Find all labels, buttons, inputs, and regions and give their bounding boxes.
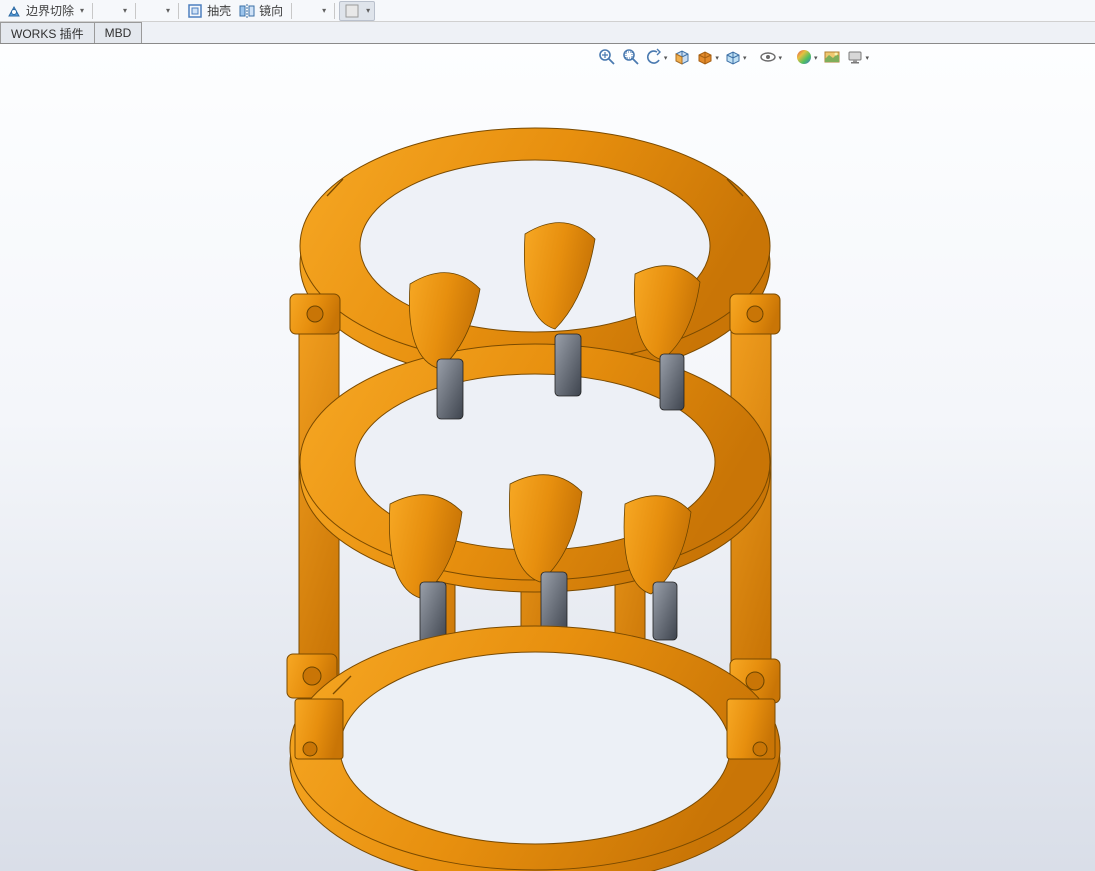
ribbon-separator [334, 3, 335, 19]
ribbon-separator [92, 3, 93, 19]
boundary-cut-button[interactable]: 边界切除 [2, 1, 88, 21]
mirror-icon [239, 3, 255, 19]
boundary-cut-icon [6, 3, 22, 19]
heads-up-view-toolbar [592, 44, 875, 72]
view-settings-icon [846, 48, 864, 69]
view-settings-button[interactable] [845, 47, 871, 69]
mirror-button[interactable]: 镜向 [235, 1, 287, 21]
fillet-label: 抽壳 [207, 2, 231, 19]
display-style-icon [724, 48, 742, 69]
zoom-area-button[interactable] [620, 47, 642, 69]
fillet-button[interactable]: 抽壳 [183, 1, 235, 21]
tab-works-plugin[interactable]: WORKS 插件 [0, 22, 95, 43]
ribbon-dropdown-2[interactable] [140, 1, 174, 21]
ribbon-separator [178, 3, 179, 19]
ribbon-dropdown-1[interactable] [97, 1, 131, 21]
fillet-icon [187, 3, 203, 19]
section-view-icon [673, 48, 691, 69]
hide-show-items-icon [759, 48, 777, 69]
zoom-fit-icon [598, 48, 616, 69]
zoom-fit-button[interactable] [596, 47, 618, 69]
ribbon-dropdown-2-icon [144, 3, 160, 19]
command-manager-tabs: WORKS 插件 MBD [0, 22, 1095, 44]
ribbon-separator [135, 3, 136, 19]
ribbon-separator [291, 3, 292, 19]
hide-show-items-button[interactable] [758, 47, 784, 69]
boundary-cut-label: 边界切除 [26, 2, 74, 19]
ribbon-dropdown-3-icon [300, 3, 316, 19]
ribbon-dropdown-3[interactable] [296, 1, 330, 21]
ribbon-dropdown-4-active[interactable] [339, 1, 375, 21]
ribbon-row: 边界切除 抽壳 镜向 [0, 0, 1095, 22]
apply-scene-icon [823, 48, 841, 69]
view-orientation-icon [696, 48, 714, 69]
apply-scene-button[interactable] [821, 47, 843, 69]
ribbon-dropdown-4-icon [344, 3, 360, 19]
mirror-label: 镜向 [259, 2, 283, 19]
display-style-button[interactable] [723, 47, 749, 69]
edit-appearance-icon [795, 48, 813, 69]
section-view-button[interactable] [671, 47, 693, 69]
edit-appearance-button[interactable] [794, 47, 820, 69]
zoom-area-icon [622, 48, 640, 69]
cad-model [255, 104, 815, 871]
ribbon-dropdown-1-icon [101, 3, 117, 19]
previous-view-button[interactable] [644, 47, 670, 69]
view-orientation-button[interactable] [695, 47, 721, 69]
graphics-viewport[interactable] [0, 44, 1095, 871]
previous-view-icon [645, 48, 663, 69]
tab-mbd[interactable]: MBD [94, 22, 143, 43]
